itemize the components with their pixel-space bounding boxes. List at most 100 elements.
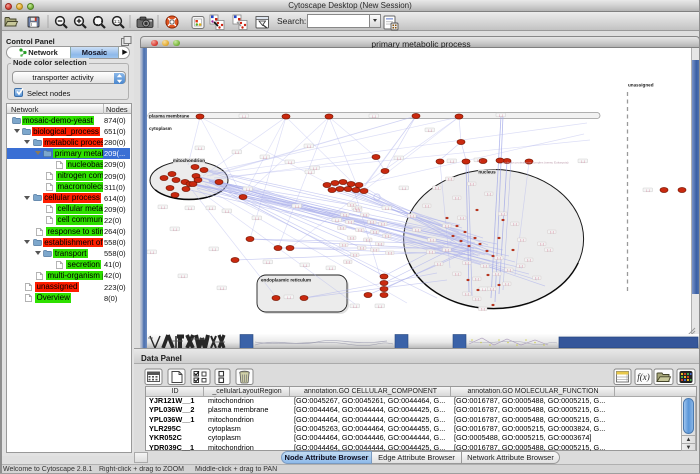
svg-text:cytoplasm: cytoplasm [149, 126, 172, 131]
svg-text:[..]: [..] [465, 292, 469, 296]
svg-text:[..]: [..] [388, 251, 392, 255]
svg-text:[..]: [..] [445, 224, 449, 228]
svg-text:[...]: [...] [173, 227, 177, 231]
svg-text:[..]: [..] [513, 222, 517, 226]
svg-text:[...]: [...] [372, 114, 376, 118]
svg-text:[..]: [..] [465, 261, 469, 265]
svg-text:[...]: [...] [385, 206, 389, 210]
svg-text:[..]: [..] [455, 272, 459, 276]
svg-text:[...]: [...] [263, 155, 267, 159]
svg-text:[..]: [..] [348, 220, 352, 224]
svg-text:[..]: [..] [381, 222, 385, 226]
svg-text:[..]: [..] [481, 307, 485, 311]
svg-text:[...]: [...] [255, 216, 259, 220]
svg-text:[..]: [..] [470, 182, 474, 186]
svg-text:[..]: [..] [437, 262, 441, 266]
svg-text:[..]: [..] [366, 238, 370, 242]
svg-text:[..]: [..] [490, 287, 494, 291]
svg-text:[..]: [..] [373, 248, 377, 252]
svg-text:[...]: [...] [329, 266, 333, 270]
svg-text:[..]: [..] [353, 253, 357, 257]
svg-text:[..]: [..] [343, 213, 347, 217]
svg-text:[...]: [...] [188, 206, 192, 210]
svg-text:[..]: [..] [360, 246, 364, 250]
svg-text:[...]: [...] [198, 146, 202, 150]
svg-text:[..]: [..] [501, 212, 505, 216]
svg-text:[...]: [...] [353, 304, 357, 308]
svg-text:[...]: [...] [378, 304, 382, 308]
svg-text:[...]: [...] [287, 295, 291, 299]
svg-text:[..]: [..] [350, 236, 354, 240]
svg-text:[..]: [..] [358, 228, 362, 232]
svg-text:[..]: [..] [519, 264, 523, 268]
svg-text:[..]: [..] [340, 226, 344, 230]
svg-text:endoplasmic reticulum: endoplasmic reticulum [261, 278, 311, 283]
svg-text:[..]: [..] [507, 268, 511, 272]
svg-text:[...]: [...] [212, 247, 216, 251]
svg-text:[...]: [...] [313, 166, 317, 170]
svg-text:[..]: [..] [448, 177, 452, 181]
svg-text:[...]: [...] [402, 186, 406, 190]
svg-text:[..]: [..] [378, 242, 382, 246]
svg-text:[...]: [...] [242, 114, 246, 118]
svg-text:[...]: [...] [581, 159, 585, 163]
svg-text:[...]: [...] [450, 159, 454, 163]
svg-text:[...]: [...] [397, 156, 401, 160]
svg-text:[..]: [..] [410, 214, 414, 218]
svg-text:[...]: [...] [220, 286, 224, 290]
svg-text:[..]: [..] [363, 213, 367, 217]
svg-text:[..]: [..] [430, 238, 434, 242]
svg-text:nucleus: nucleus [478, 170, 496, 175]
svg-text:[..]: [..] [385, 234, 389, 238]
svg-text:[...]: [...] [246, 187, 250, 191]
svg-text:[...]: [...] [646, 188, 650, 192]
svg-text:[...]: [...] [266, 260, 270, 264]
svg-text:[..]: [..] [497, 256, 501, 260]
svg-text:[...]: [...] [181, 274, 185, 278]
svg-text:[...]: [...] [303, 263, 307, 267]
svg-text:[...]: [...] [335, 218, 339, 222]
svg-text:[..]: [..] [527, 258, 531, 262]
svg-text:[..]: [..] [535, 276, 539, 280]
svg-text:[..]: [..] [356, 208, 360, 212]
svg-text:[...]: [...] [288, 160, 292, 164]
svg-text:[..]: [..] [342, 243, 346, 247]
svg-text:unassigned: unassigned [628, 83, 654, 88]
svg-text:[..]: [..] [550, 230, 554, 234]
svg-text:plasma membrane: plasma membrane [149, 113, 190, 118]
svg-text:[...]: [...] [477, 158, 481, 162]
svg-text:[..]: [..] [483, 264, 487, 268]
svg-text:[..]: [..] [373, 230, 377, 234]
svg-text:[..]: [..] [520, 238, 524, 242]
svg-text:f(x): f(x) [637, 372, 650, 382]
svg-text:[..]: [..] [350, 203, 354, 207]
svg-text:[...]: [...] [161, 205, 165, 209]
svg-text:[..]: [..] [487, 192, 491, 196]
svg-text:[..]: [..] [460, 216, 464, 220]
svg-text:1:1: 1:1 [114, 19, 121, 24]
svg-text:[..]: [..] [547, 248, 551, 252]
svg-text:[..]: [..] [540, 242, 544, 246]
svg-text:[...]: [...] [209, 206, 213, 210]
svg-text:[...]: [...] [225, 209, 229, 213]
svg-text:[...]: [...] [295, 204, 299, 208]
svg-text:[...]: [...] [308, 170, 312, 174]
svg-text:[..]: [..] [435, 186, 439, 190]
svg-text:[..]: [..] [505, 282, 509, 286]
svg-text:[..]: [..] [455, 196, 459, 200]
svg-text:[..]: [..] [346, 260, 350, 264]
svg-text:[..]: [..] [445, 248, 449, 252]
svg-text:[..]: [..] [425, 204, 429, 208]
svg-text:[..]: [..] [475, 277, 479, 281]
svg-text:[...]: [...] [499, 113, 503, 117]
svg-text:[..]: [..] [495, 272, 499, 276]
svg-text:nucleolus proteasome complex (: nucleolus proteasome complex (sensu Euka… [502, 161, 569, 165]
svg-text:[...]: [...] [307, 144, 311, 148]
svg-text:[..]: [..] [370, 220, 374, 224]
svg-text:[...]: [...] [428, 128, 432, 132]
svg-text:[...]: [...] [482, 287, 486, 291]
svg-text:[..]: [..] [415, 228, 419, 232]
svg-text:mitochondrion: mitochondrion [173, 158, 205, 163]
svg-text:[..]: [..] [475, 297, 479, 301]
svg-text:[...]: [...] [150, 250, 154, 254]
